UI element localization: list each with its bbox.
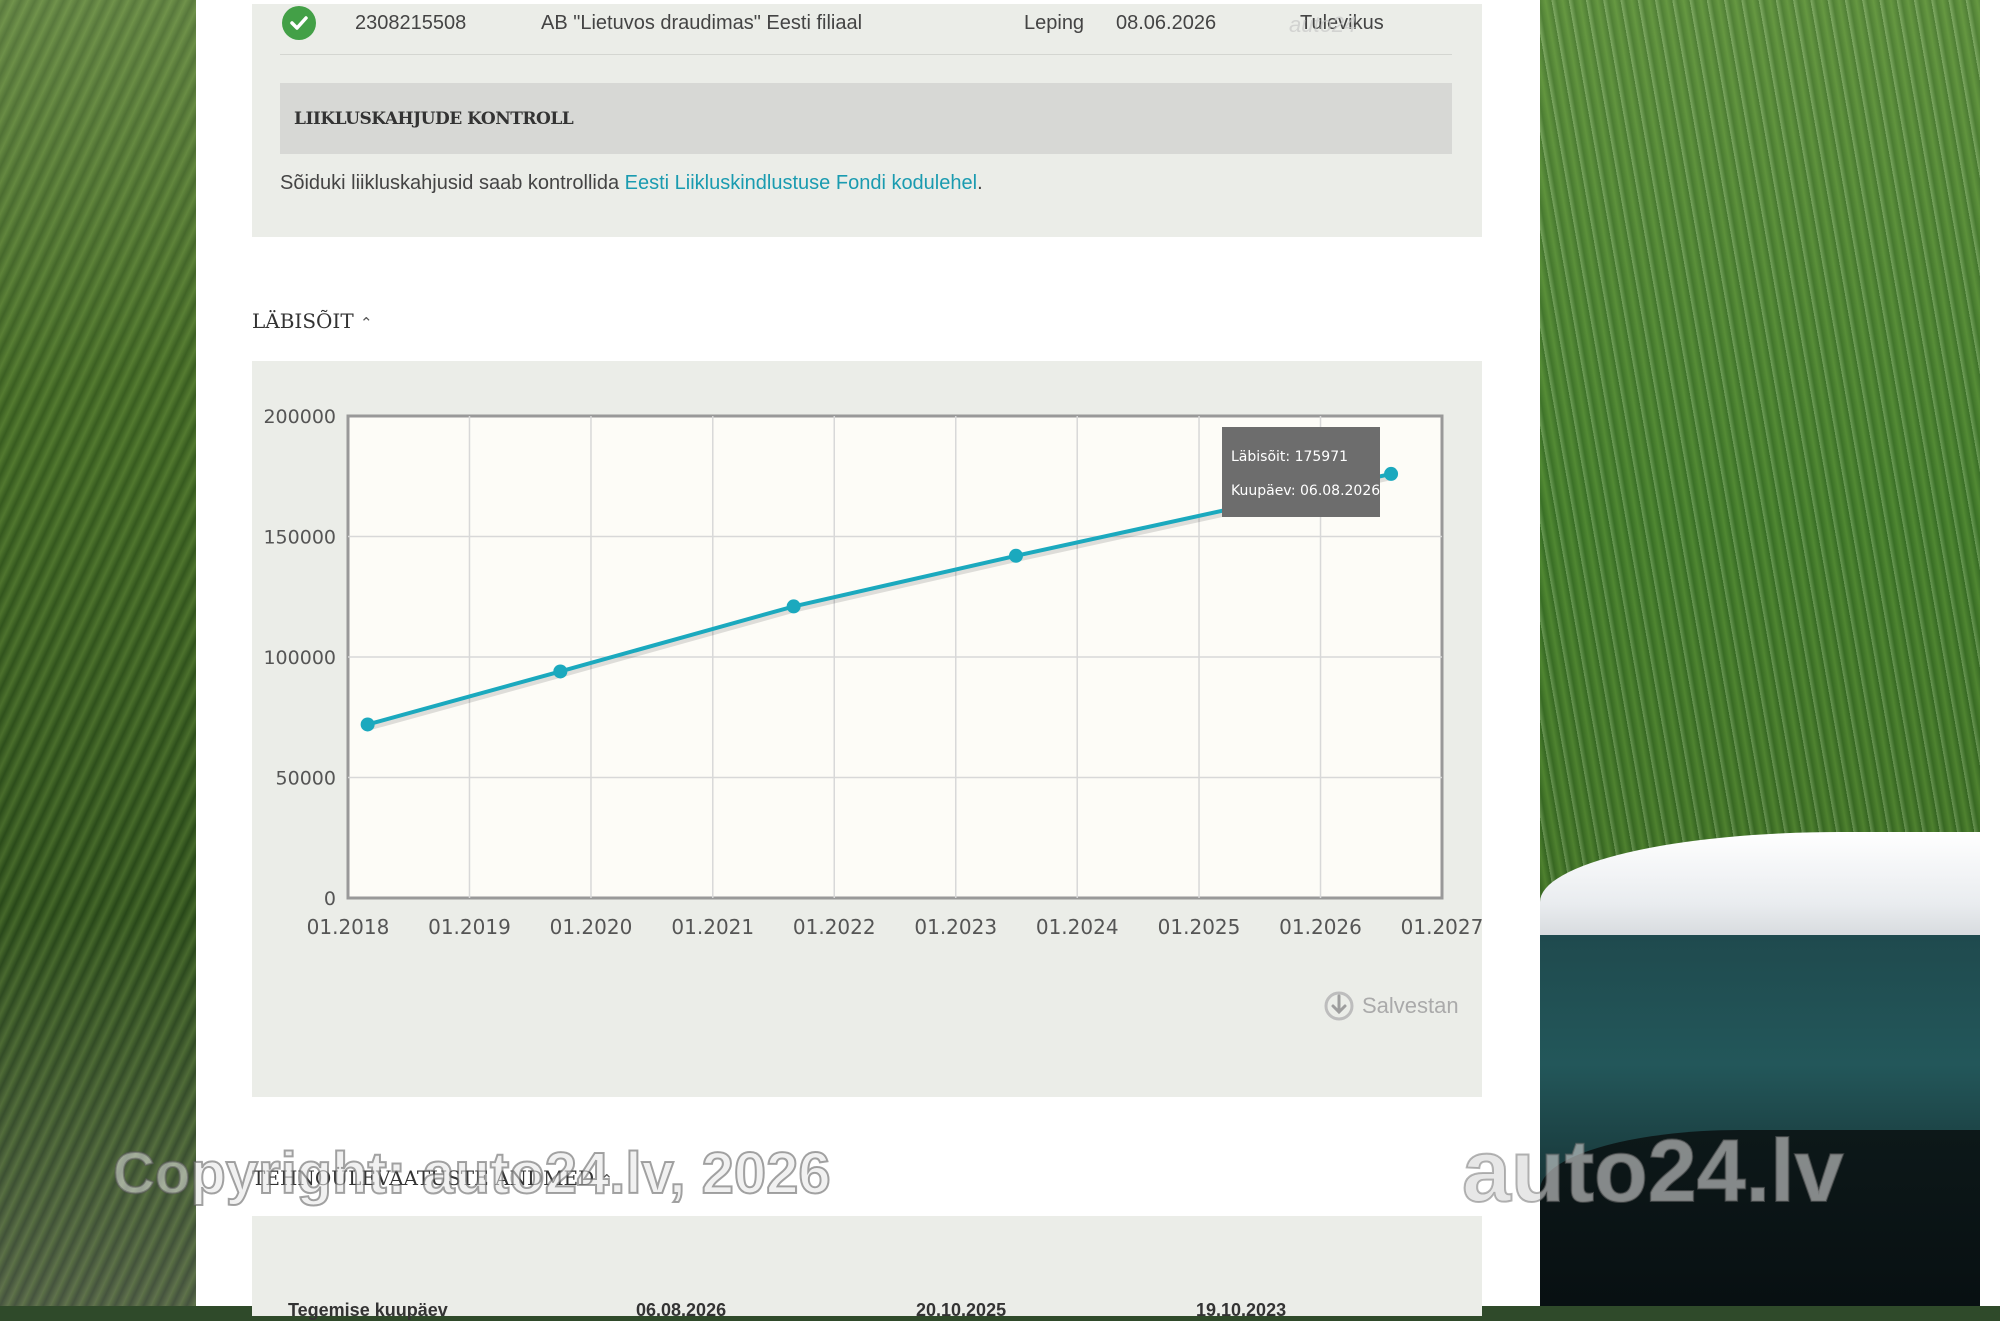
damage-check-text-before: Sõiduki liikluskahjusid saab kontrollida [280, 172, 625, 194]
insurance-row: 2308215508 AB "Lietuvos draudimas" Eesti… [280, 4, 1452, 55]
insurance-type: Leping [1024, 12, 1085, 34]
tooltip-date-value: 06.08.2026 [1300, 483, 1381, 499]
x-tick-label: 01.2021 [671, 915, 754, 939]
mileage-header[interactable]: LÄBISÕIT ⌃ [252, 309, 373, 333]
damage-check-title: LIIKLUSKAHJUDE KONTROLL [294, 108, 574, 129]
x-tick-label: 01.2018 [307, 915, 390, 939]
x-tick-label: 01.2026 [1279, 915, 1362, 939]
y-tick-label: 200000 [263, 406, 336, 428]
y-tick-label: 100000 [263, 647, 336, 669]
tooltip-date-label: Kuupäev: [1231, 483, 1300, 499]
save-button[interactable]: Salvestan [1324, 989, 1459, 1023]
tooltip-mileage-value: 175971 [1294, 449, 1349, 465]
check-circle-icon [282, 6, 316, 40]
data-point [553, 664, 568, 679]
fund-website-link[interactable]: Eesti Liikluskindlustuse Fondi kodulehel [625, 172, 977, 194]
tech-date-label: Tegemise kuupäev [288, 1300, 448, 1320]
insurance-company: AB "Lietuvos draudimas" Eesti filiaal [541, 12, 863, 34]
tech-date-2: 20.10.2025 [916, 1300, 1007, 1320]
x-tick-label: 01.2025 [1158, 915, 1241, 939]
data-point [786, 599, 801, 614]
chevron-double-up-icon: ⌃ [360, 314, 373, 332]
watermark-small: auto24 [1289, 12, 1357, 37]
x-tick-label: 01.2022 [793, 915, 876, 939]
x-tick-label: 01.2027 [1401, 915, 1482, 939]
tooltip-mileage-label: Läbisõit: [1231, 449, 1295, 465]
insurance-panel: 2308215508 AB "Lietuvos draudimas" Eesti… [252, 4, 1482, 237]
x-tick-label: 01.2024 [1036, 915, 1119, 939]
y-tick-label: 150000 [263, 527, 336, 549]
damage-check-header: LIIKLUSKAHJUDE KONTROLL [280, 83, 1452, 154]
save-label: Salvestan [1362, 993, 1459, 1018]
x-tick-label: 01.2019 [428, 915, 511, 939]
mileage-title: LÄBISÕIT [252, 309, 354, 333]
chart-tooltip: Läbisõit: 175971 Kuupäev: 06.08.2026 [1222, 427, 1380, 517]
data-point [360, 717, 375, 732]
insurance-date: 08.06.2026 [1116, 12, 1217, 34]
mileage-chart-panel: 01.2018 01.2019 01.2020 01.2021 01.2022 01.20… [252, 361, 1482, 1097]
y-tick-label: 50000 [276, 768, 336, 790]
tech-date-3: 19.10.2023 [1196, 1300, 1287, 1320]
tech-inspection-panel: Tegemise kuupäev 06.08.2026 20.10.2025 1… [252, 1216, 1482, 1320]
damage-check-text: Sõiduki liikluskahjusid saab kontrollida… [280, 172, 983, 195]
damage-check-text-after: . [977, 172, 983, 194]
page-content: 2308215508 AB "Lietuvos draudimas" Eesti… [196, 4, 1540, 1320]
insurance-number: 2308215508 [355, 12, 467, 34]
background-left [0, 0, 196, 1306]
tech-date-1: 06.08.2026 [636, 1300, 727, 1320]
copyright-watermark: Copyright: auto24.lv, 2026 [112, 1140, 832, 1207]
x-tick-label: 01.2023 [914, 915, 997, 939]
right-edge [1980, 0, 2000, 1306]
y-tick-label: 0 [324, 888, 336, 910]
download-icon [1324, 991, 1354, 1021]
data-point [1384, 466, 1399, 481]
x-tick-label: 01.2020 [550, 915, 633, 939]
data-point [1008, 548, 1023, 563]
logo-watermark: auto24.lv [1461, 1120, 1844, 1221]
